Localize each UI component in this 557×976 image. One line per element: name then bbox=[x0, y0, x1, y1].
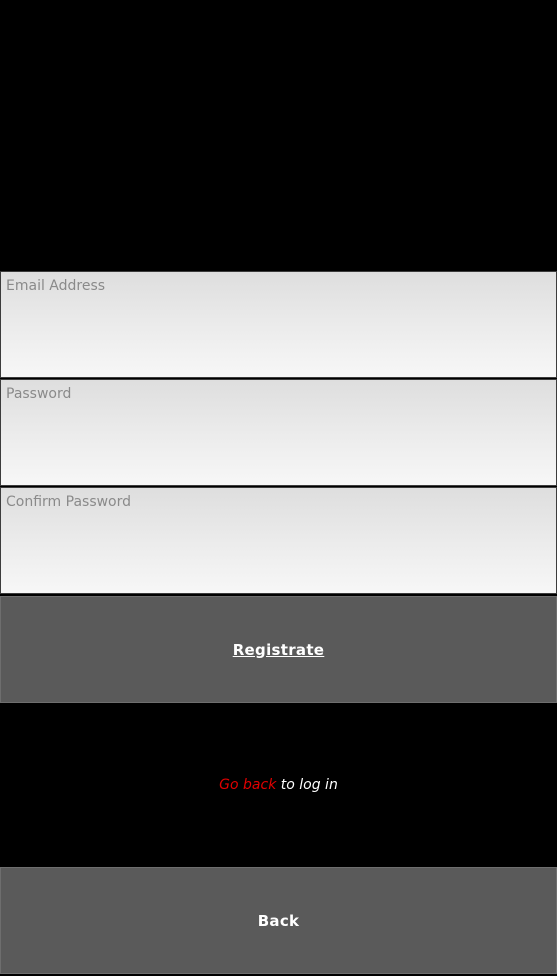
login-prompt-text: to log in bbox=[276, 777, 338, 793]
register-button[interactable]: Registrate bbox=[0, 596, 557, 703]
password-field[interactable]: Password bbox=[0, 379, 557, 486]
go-back-link[interactable]: Go back bbox=[219, 777, 276, 793]
password-input[interactable] bbox=[1, 380, 556, 485]
back-button[interactable]: Back bbox=[0, 867, 557, 974]
login-prompt: Go back to log in bbox=[0, 777, 557, 793]
register-screen: Email Address Password Confirm Password … bbox=[0, 0, 557, 976]
email-input[interactable] bbox=[1, 272, 556, 377]
back-button-label: Back bbox=[257, 911, 300, 930]
confirm-password-field[interactable]: Confirm Password bbox=[0, 487, 557, 594]
register-button-label: Registrate bbox=[232, 640, 325, 659]
confirm-password-input[interactable] bbox=[1, 488, 556, 593]
email-field[interactable]: Email Address bbox=[0, 271, 557, 378]
